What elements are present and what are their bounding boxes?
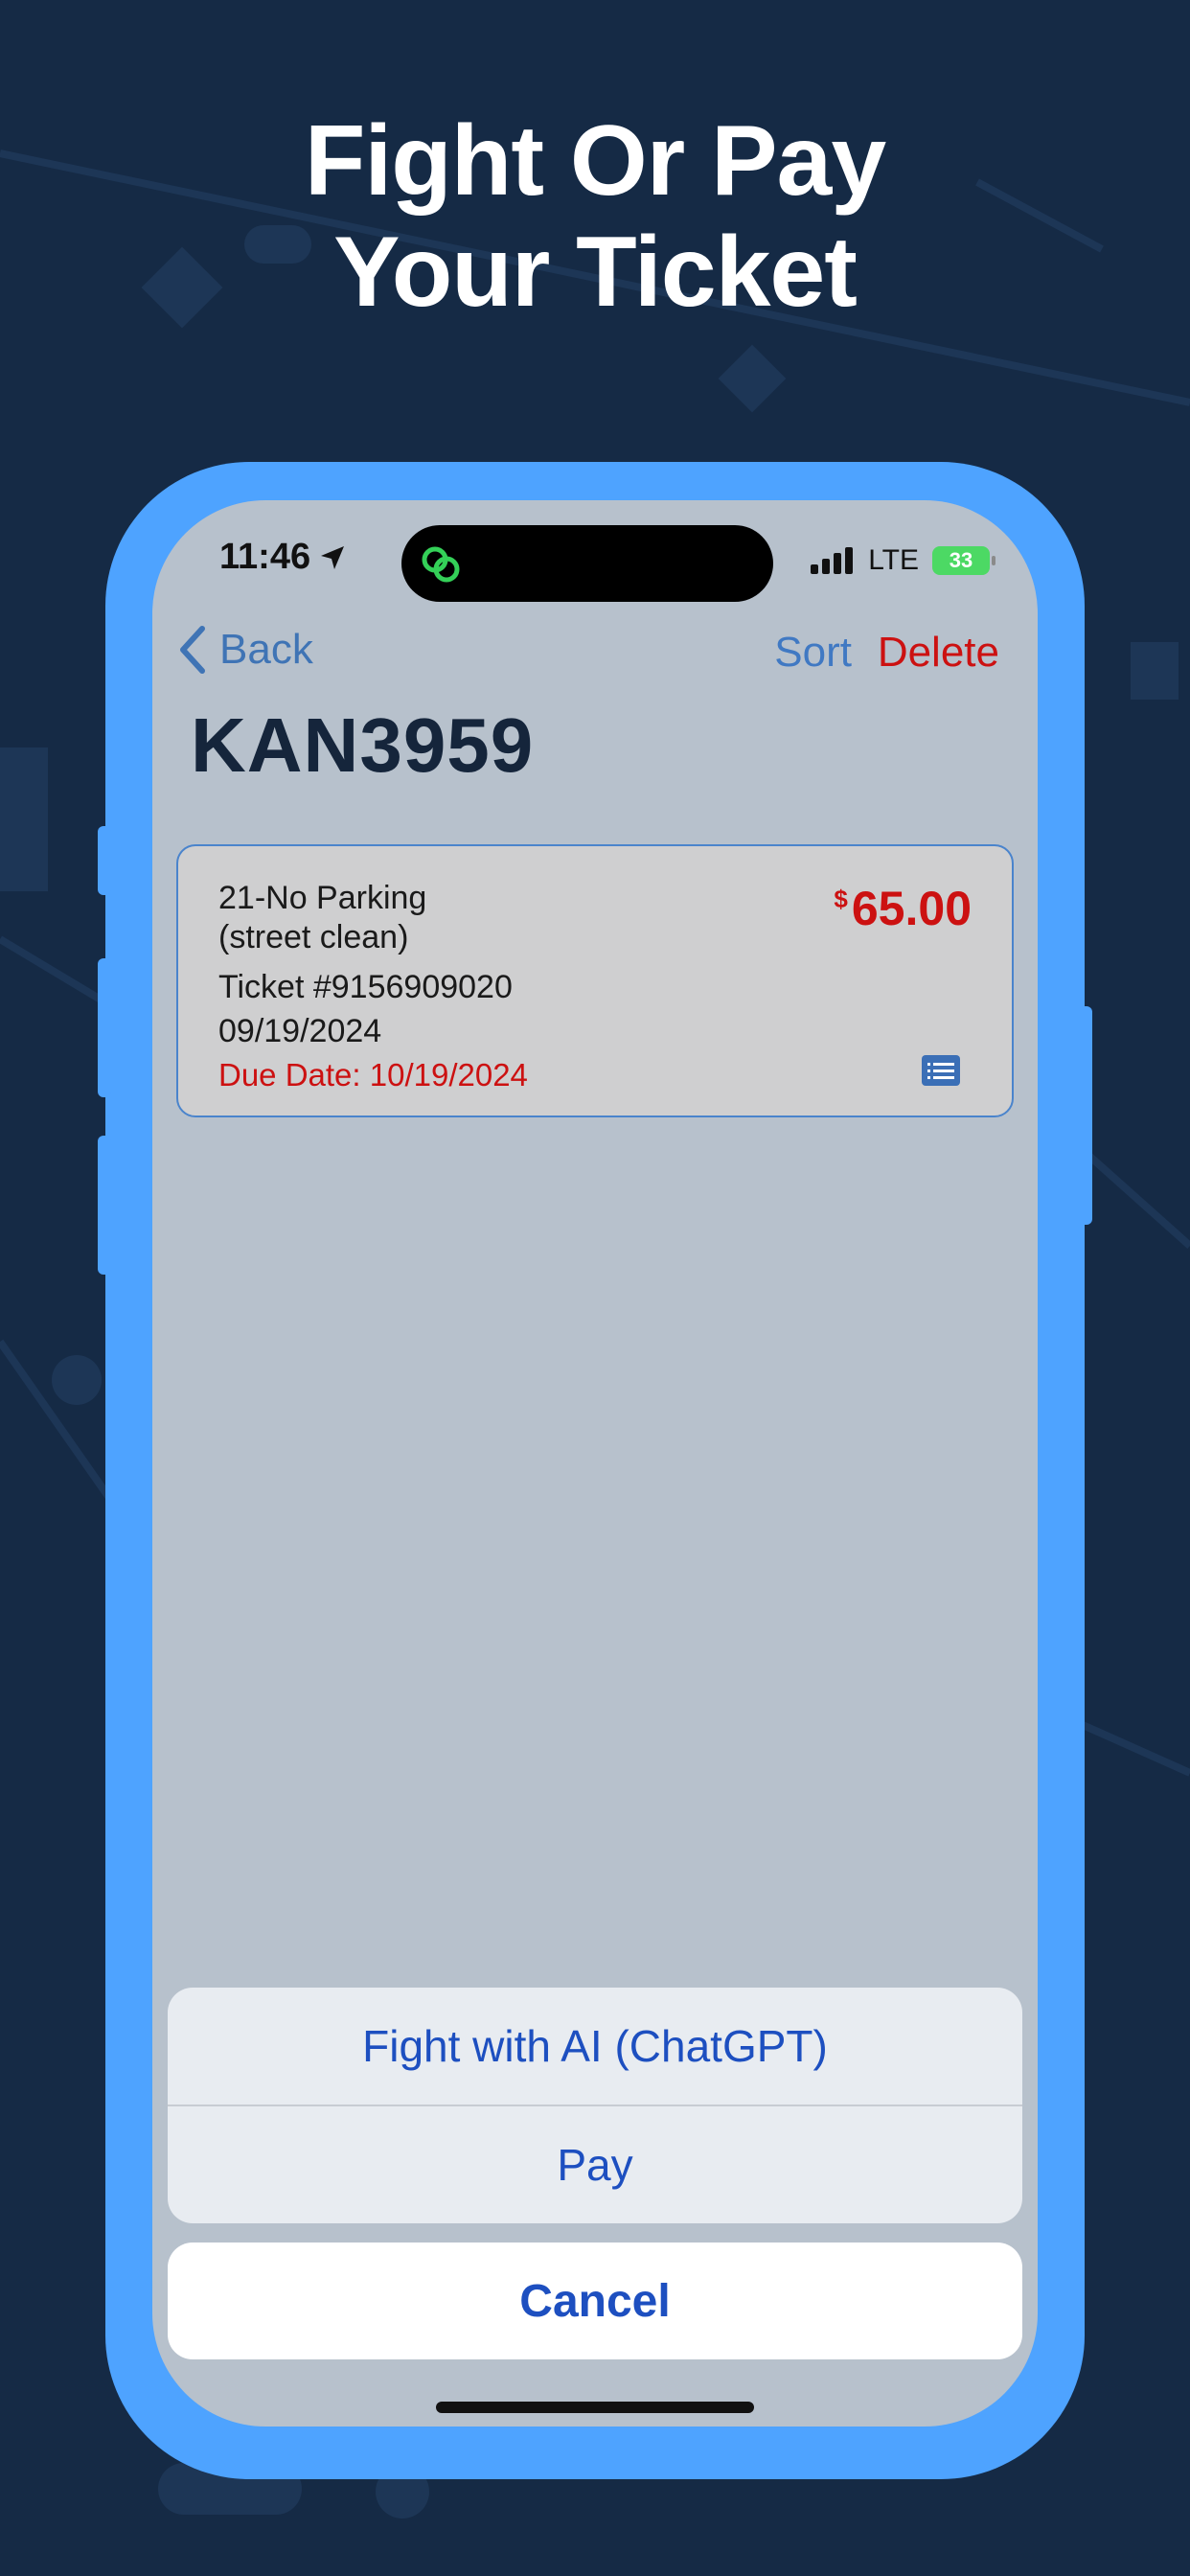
ticket-amount: $ 65.00 <box>834 881 972 936</box>
phone-action-button <box>98 826 111 895</box>
status-indicators: LTE 33 <box>811 544 995 577</box>
battery-level: 33 <box>949 548 973 572</box>
status-time-text: 11:46 <box>219 537 311 577</box>
due-date: Due Date: 10/19/2024 <box>218 1057 528 1092</box>
ticket-date: 09/19/2024 <box>218 1013 382 1049</box>
phone-power-button <box>1079 1006 1092 1225</box>
back-button[interactable]: Back <box>177 625 313 675</box>
amount-value: 65.00 <box>851 882 972 935</box>
chevron-left-icon <box>180 626 205 674</box>
delete-button[interactable]: Delete <box>878 629 999 677</box>
phone-volume-up-button <box>98 958 111 1097</box>
phone-volume-down-button <box>98 1136 111 1275</box>
plate-title: KAN3959 <box>191 702 535 788</box>
ticket-card[interactable]: 21-No Parking (street clean) $ 65.00 Tic… <box>176 844 1014 1117</box>
headline-line-2: Your Ticket <box>333 217 858 328</box>
home-indicator[interactable] <box>436 2402 754 2413</box>
pay-button[interactable]: Pay <box>168 2106 1022 2223</box>
violation-line-1: 21-No Parking <box>218 880 427 916</box>
back-label: Back <box>219 626 313 673</box>
location-arrow-icon <box>321 545 345 569</box>
headline-line-1: Fight Or Pay <box>304 105 886 217</box>
headline: Fight Or Pay Your Ticket <box>0 105 1190 328</box>
ticket-number: Ticket #9156909020 <box>218 969 513 1005</box>
violation-line-2: (street clean) <box>218 919 409 955</box>
cancel-button[interactable]: Cancel <box>168 2242 1022 2359</box>
phone-screen: 11:46 LTE 33 Back Sort Delete KAN3959 21… <box>152 500 1038 2426</box>
violation-description: 21-No Parking (street clean) <box>218 879 563 957</box>
currency-symbol: $ <box>834 885 848 913</box>
battery-icon: 33 <box>932 546 995 575</box>
dynamic-island <box>401 525 773 602</box>
network-type: LTE <box>868 544 919 576</box>
notes-icon[interactable] <box>922 1055 960 1086</box>
navigation-bar: Back Sort Delete <box>152 623 1038 690</box>
status-time: 11:46 <box>219 537 347 578</box>
link-rings-icon <box>422 546 460 583</box>
fight-with-ai-button[interactable]: Fight with AI (ChatGPT) <box>168 1988 1022 2104</box>
cellular-signal-icon <box>811 547 854 574</box>
sort-button[interactable]: Sort <box>774 629 852 677</box>
action-sheet: Fight with AI (ChatGPT) Pay <box>168 1988 1022 2223</box>
